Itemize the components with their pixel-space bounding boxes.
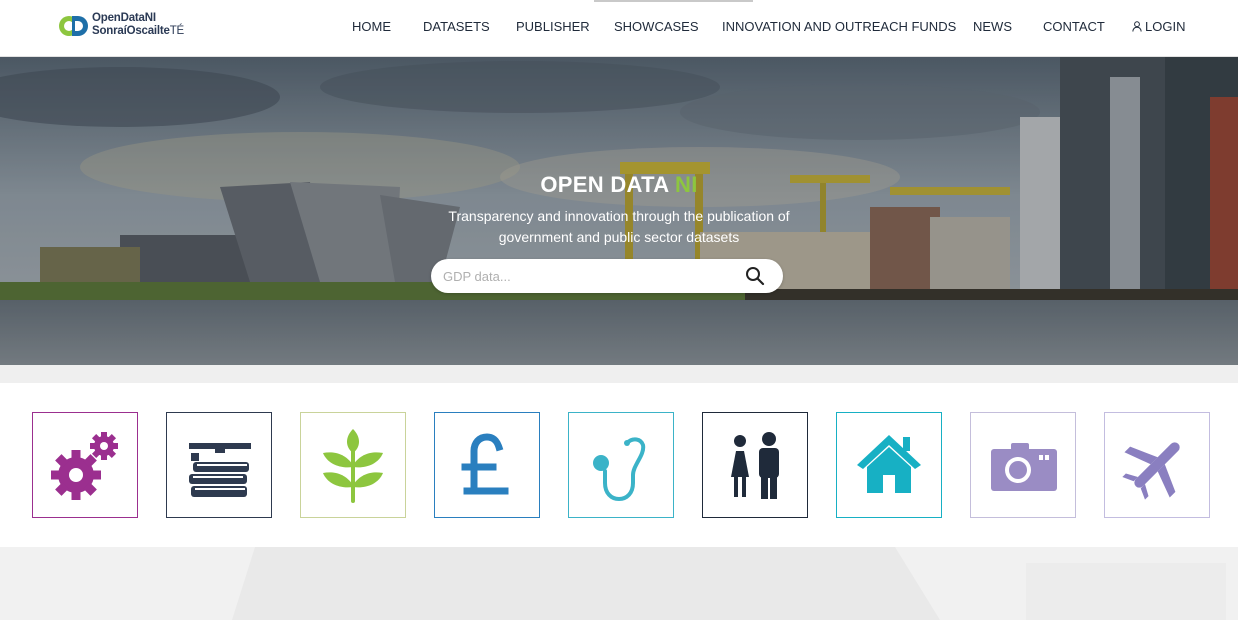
stethoscope-icon xyxy=(593,437,646,502)
logo-line-2: SonraíOscailteTÉ xyxy=(92,25,184,38)
category-tile-housing[interactable] xyxy=(836,412,942,518)
nav-news[interactable]: NEWS xyxy=(973,19,1012,34)
category-tile-business[interactable] xyxy=(32,412,138,518)
page-lower-section xyxy=(0,547,1238,620)
hero-banner: OPEN DATA NI Transparency and innovation… xyxy=(0,57,1238,365)
books-graduation-icon xyxy=(189,443,251,497)
category-tile-transport[interactable] xyxy=(1104,412,1210,518)
hero-title-main: OPEN DATA xyxy=(540,172,669,197)
category-tile-environment[interactable] xyxy=(300,412,406,518)
gears-icon xyxy=(51,432,118,500)
plant-icon xyxy=(323,429,383,503)
people-icon xyxy=(731,432,779,499)
nav-datasets[interactable]: DATASETS xyxy=(423,19,490,34)
nav-contact[interactable]: CONTACT xyxy=(1043,19,1105,34)
nav-showcases[interactable]: SHOWCASES xyxy=(614,19,699,34)
category-tile-population[interactable] xyxy=(702,412,808,518)
category-band-top xyxy=(0,365,1238,383)
lower-background-shapes xyxy=(232,547,1226,620)
nav-active-indicator xyxy=(594,0,753,2)
hero-title-accent: NI xyxy=(675,172,698,197)
category-tile-finance[interactable] xyxy=(434,412,540,518)
site-logo[interactable]: OpenDataNI SonraíOscailteTÉ xyxy=(58,12,188,42)
category-tile-education[interactable] xyxy=(166,412,272,518)
search-input[interactable] xyxy=(443,266,733,286)
hero-title: OPEN DATA NI xyxy=(0,172,1238,198)
search-bar xyxy=(431,259,783,293)
logo-line-1: OpenDataNI xyxy=(92,12,156,24)
search-icon[interactable] xyxy=(745,266,765,286)
category-tile-health[interactable] xyxy=(568,412,674,518)
logo-line-2-suffix: TÉ xyxy=(169,25,185,37)
house-icon xyxy=(857,435,921,493)
hero-subtitle: Transparency and innovation through the … xyxy=(448,208,790,245)
nav-innovation-outreach-funds[interactable]: INNOVATION AND OUTREACH FUNDS xyxy=(722,19,956,34)
logo-line-2-main: SonraíOscailte xyxy=(92,25,170,37)
pound-icon xyxy=(461,433,509,495)
nav-home[interactable]: HOME xyxy=(352,19,391,34)
nav-login-label: LOGIN xyxy=(1145,19,1186,34)
nav-login[interactable]: LOGIN xyxy=(1132,19,1185,34)
category-tile-culture[interactable] xyxy=(970,412,1076,518)
nav-publisher[interactable]: PUBLISHER xyxy=(516,19,590,34)
user-icon xyxy=(1132,21,1142,32)
logo-text: OpenDataNI SonraíOscailteTÉ xyxy=(92,12,184,38)
logo-mark-icon xyxy=(59,16,88,36)
camera-icon xyxy=(991,443,1057,491)
category-tiles xyxy=(0,383,1238,547)
airplane-icon xyxy=(1122,442,1180,500)
site-header: OpenDataNI SonraíOscailteTÉ HOME DATASET… xyxy=(0,0,1238,57)
